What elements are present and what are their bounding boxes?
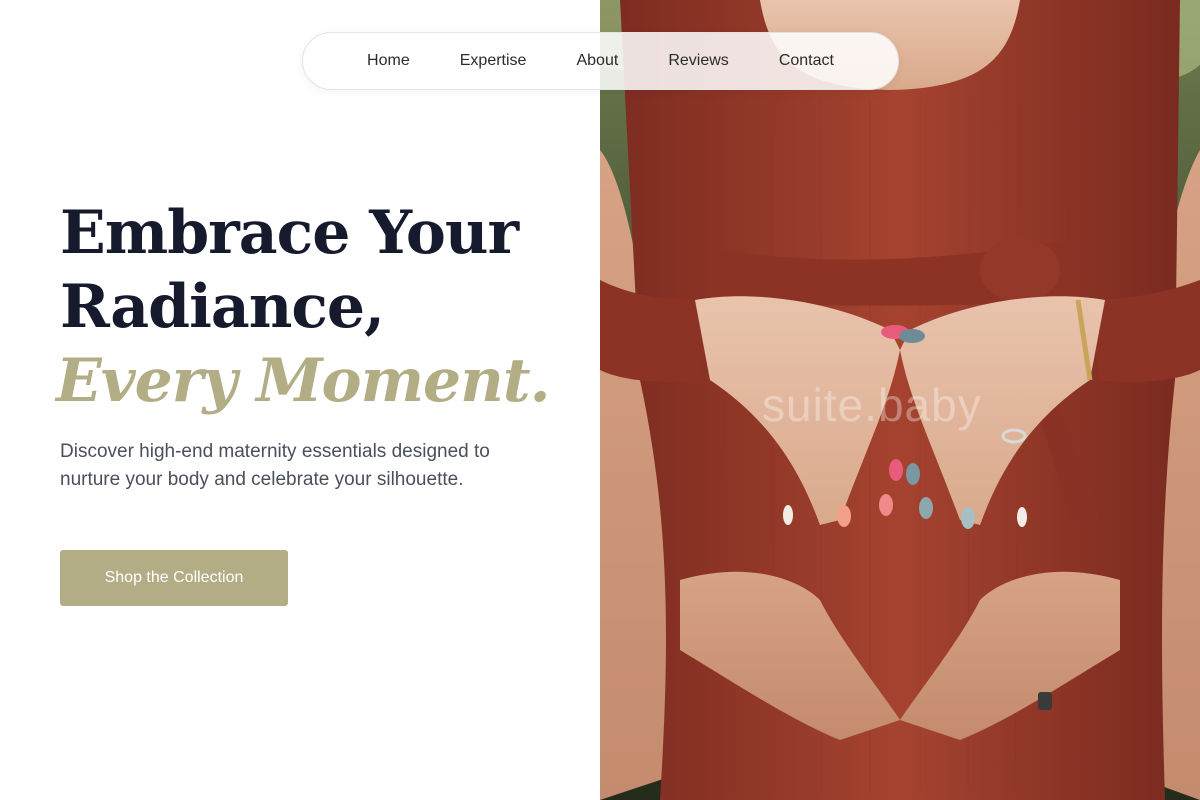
nav-link-about[interactable]: About — [576, 52, 618, 70]
headline-line-2: Radiance, — [60, 272, 385, 342]
nav-link-contact[interactable]: Contact — [779, 52, 834, 70]
hero-photo: suite.baby — [600, 0, 1200, 800]
nav-link-reviews[interactable]: Reviews — [668, 52, 728, 70]
nav-link-expertise[interactable]: Expertise — [460, 52, 527, 70]
hero-headline: Embrace Your Radiance, Every Moment. — [56, 196, 580, 418]
shop-collection-button[interactable]: Shop the Collection — [60, 550, 288, 606]
headline-accent: Every Moment. — [56, 346, 550, 416]
landing-page: suite.baby Home Expertise About Reviews … — [0, 0, 1200, 800]
hero-subtitle: Discover high-end maternity essentials d… — [60, 441, 490, 490]
top-nav: Home Expertise About Reviews Contact — [302, 32, 899, 90]
nav-link-home[interactable]: Home — [367, 52, 410, 70]
headline-line-1: Embrace Your — [60, 198, 519, 268]
watermark-text: suite.baby — [762, 379, 982, 431]
hero-section: Embrace Your Radiance, Every Moment. Dis… — [56, 196, 580, 494]
